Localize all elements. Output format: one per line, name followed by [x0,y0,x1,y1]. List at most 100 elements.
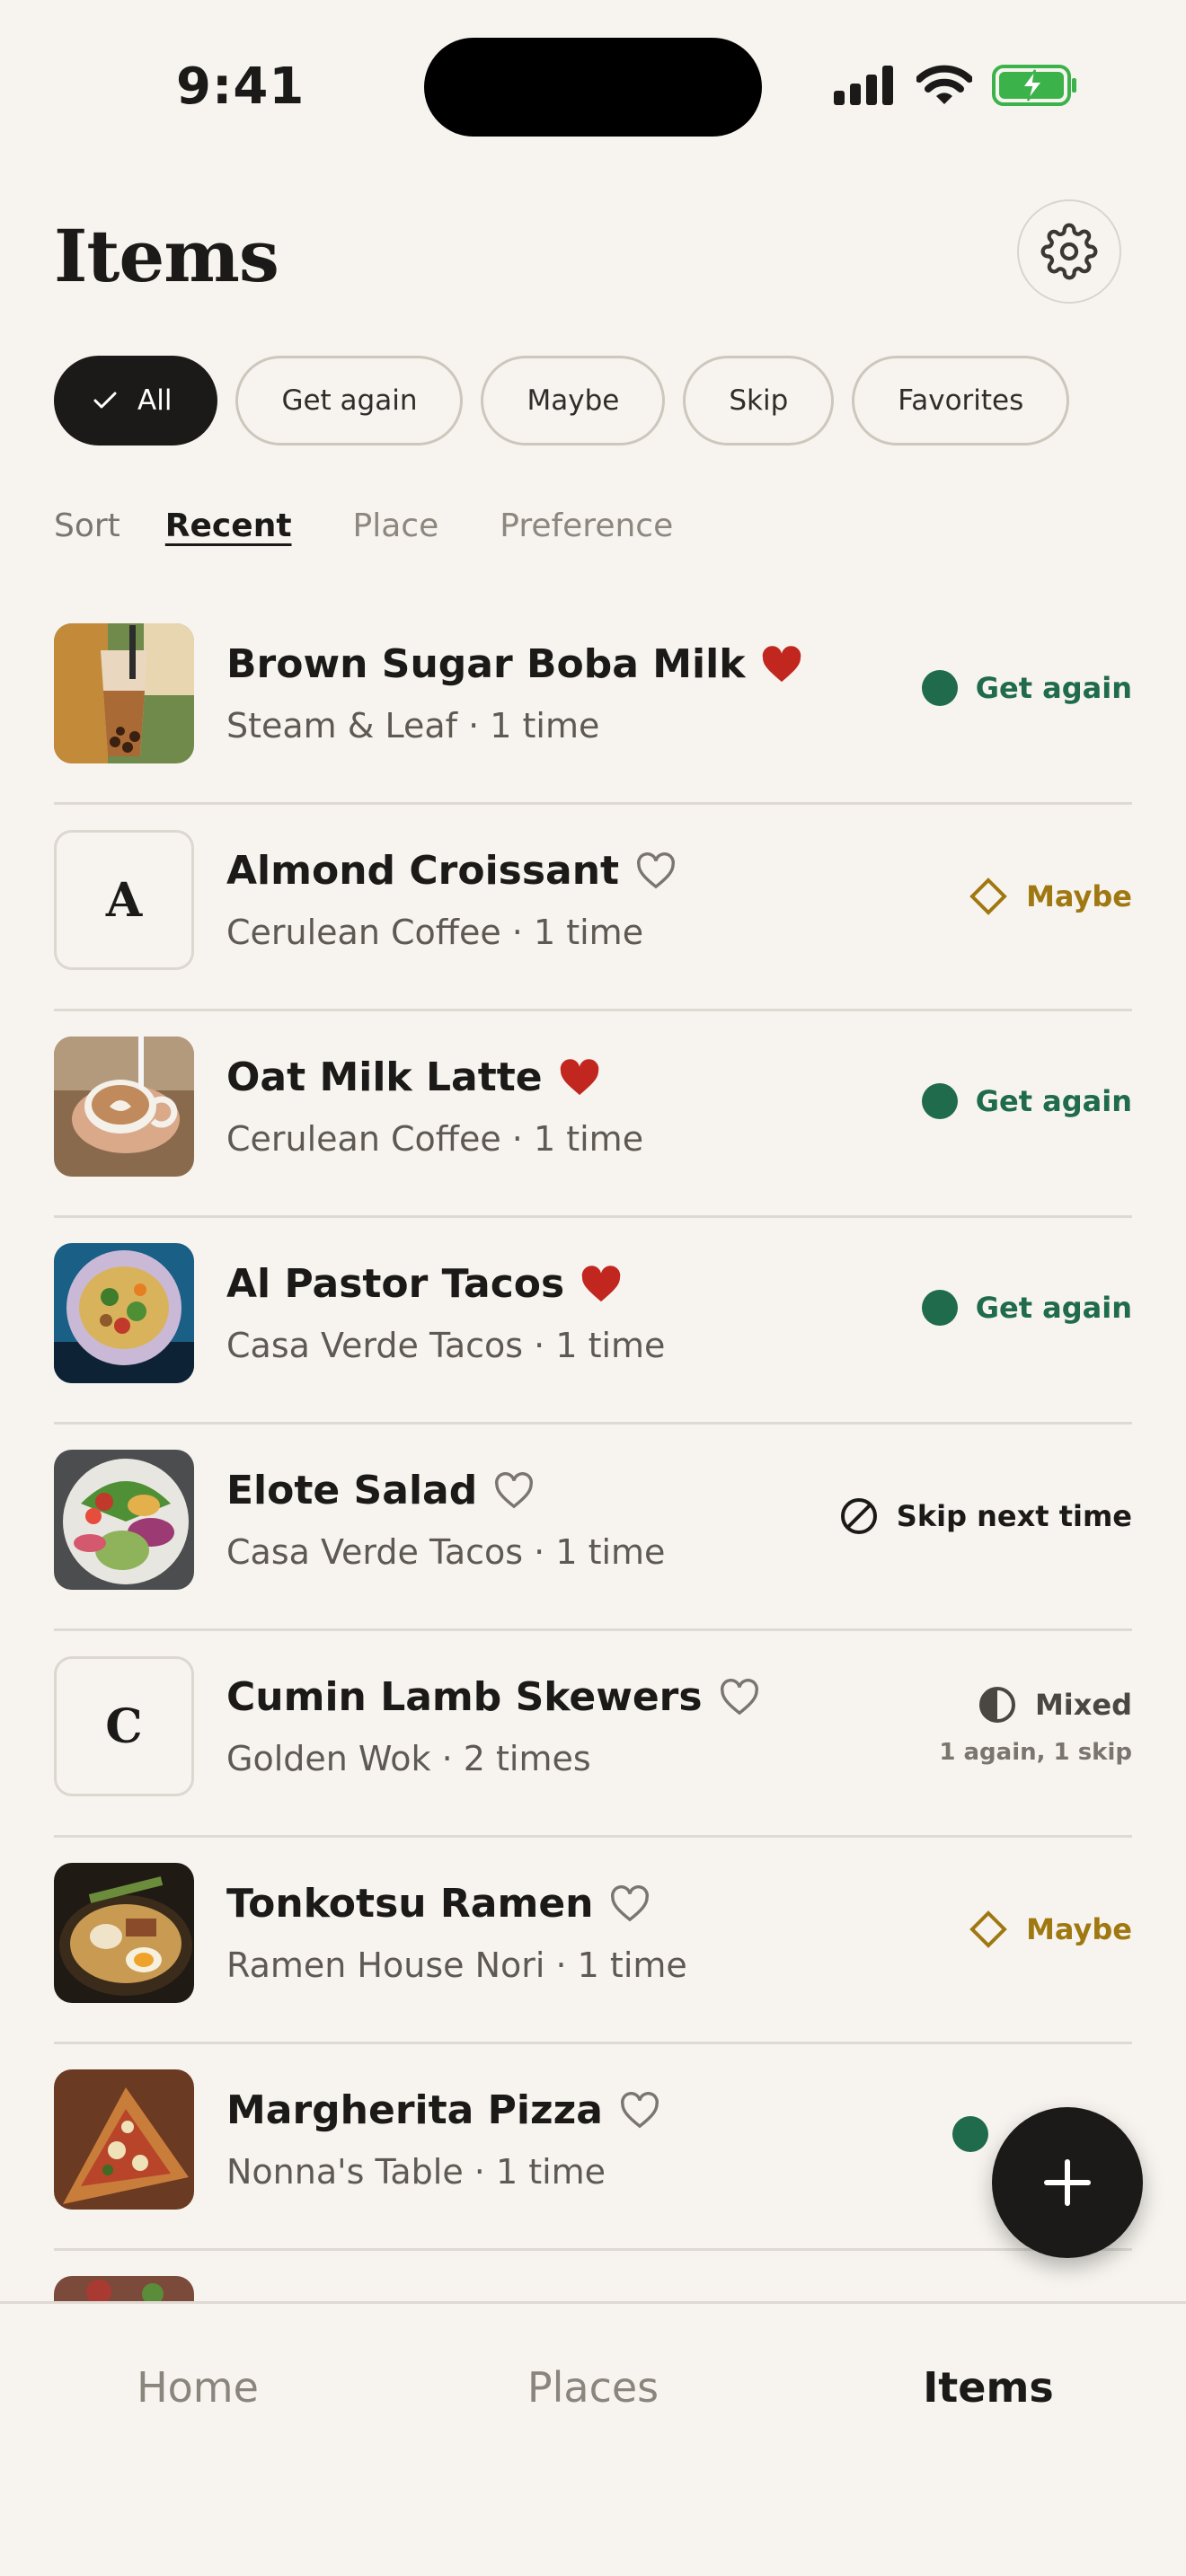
status-sublabel: 1 again, 1 skip [939,1739,1132,1766]
item-place: Casa Verde Tacos · 1 time [226,1326,666,1365]
status-badge [952,2116,988,2152]
heart-outline-icon[interactable] [619,2091,660,2130]
item-name: Al Pastor Tacos [226,1261,622,1307]
sort-option-preference[interactable]: Preference [500,507,673,544]
sort-label: Sort [54,507,120,544]
item-name: Elote Salad [226,1468,535,1513]
item-name-text: Margherita Pizza [226,2087,603,2133]
list-item[interactable]: A Almond Croissant Cerulean Coffee · 1 t… [54,805,1132,1011]
gear-icon [1040,223,1098,280]
dot-icon [921,1290,958,1326]
status-label: Get again [975,671,1132,705]
item-name-text: Elote Salad [226,1468,478,1513]
item-photo-salad [54,1450,194,1590]
heart-filled-icon[interactable] [761,645,802,684]
filter-chip-maybe[interactable]: Maybe [481,356,666,446]
checkmark-icon [93,392,117,409]
item-photo-boba [54,623,194,763]
add-item-button[interactable] [992,2107,1143,2258]
filter-chips: All Get again Maybe Skip Favorites [54,356,1070,446]
list-item[interactable]: Tonkotsu Ramen Ramen House Nori · 1 time… [54,1838,1132,2044]
signal-icon [834,66,893,105]
status-badge: Skip next time [839,1496,1132,1536]
status-label: Mixed [1034,1688,1132,1722]
filter-chip-favorites[interactable]: Favorites [852,356,1070,446]
item-place: Golden Wok · 2 times [226,1739,591,1778]
heart-outline-icon[interactable] [635,851,677,890]
heart-filled-icon[interactable] [580,1265,622,1303]
tab-places[interactable]: Places [458,2363,728,2412]
filter-chip-label: Skip [729,384,789,417]
list-item[interactable]: C Cumin Lamb Skewers Golden Wok · 2 time… [54,1631,1132,1838]
item-letter-thumb: A [54,830,194,970]
status-label: Maybe [1026,1912,1132,1946]
filter-chip-get-again[interactable]: Get again [235,356,464,446]
item-place: Nonna's Table · 1 time [226,2152,606,2192]
item-name: Cumin Lamb Skewers [226,1674,760,1720]
status-label: Skip next time [896,1499,1132,1533]
status-badge: Maybe [969,877,1132,916]
tab-home[interactable]: Home [63,2363,332,2412]
prohibited-icon [840,1498,877,1534]
dot-icon [921,1083,958,1119]
item-name-text: Brown Sugar Boba Milk [226,641,746,687]
item-place: Cerulean Coffee · 1 time [226,913,644,952]
item-place: Casa Verde Tacos · 1 time [226,1532,666,1572]
header: Items [54,198,1121,314]
heart-outline-icon[interactable] [493,1471,535,1510]
bottom-tab-bar: Home Places Items [0,2301,1186,2576]
heart-filled-icon[interactable] [559,1058,600,1097]
filter-chip-label: Get again [281,384,418,417]
status-badge: Mixed 1 again, 1 skip [939,1685,1132,1766]
item-name-text: Al Pastor Tacos [226,1261,565,1307]
wifi-icon [916,65,972,104]
item-photo-pizza [54,2069,194,2210]
status-badge: Get again [921,1083,1132,1119]
dot-icon [921,670,958,706]
item-name: Almond Croissant [226,848,677,894]
diamond-icon [969,878,1007,915]
item-place: Ramen House Nori · 1 time [226,1945,687,1985]
status-label: Maybe [1026,879,1132,913]
list-item[interactable]: Elote Salad Casa Verde Tacos · 1 time Sk… [54,1425,1132,1631]
page-title: Items [54,214,279,298]
item-place: Cerulean Coffee · 1 time [226,1119,644,1159]
filter-chip-label: Maybe [527,384,620,417]
heart-outline-icon[interactable] [719,1678,760,1716]
status-bar: 9:41 [0,0,1186,171]
list-item[interactable]: Brown Sugar Boba Milk Steam & Leaf · 1 t… [54,598,1132,805]
heart-outline-icon[interactable] [609,1884,651,1923]
dot-icon [952,2116,988,2152]
item-name-text: Tonkotsu Ramen [226,1881,594,1927]
filter-chip-all[interactable]: All [54,356,218,446]
item-name: Oat Milk Latte [226,1054,600,1100]
item-name-text: Almond Croissant [226,848,620,894]
status-badge: Get again [921,1290,1132,1326]
dynamic-island [424,38,762,137]
sort-option-place[interactable]: Place [353,507,439,544]
items-list: Brown Sugar Boba Milk Steam & Leaf · 1 t… [54,598,1132,2457]
item-name: Brown Sugar Boba Milk [226,641,802,687]
sort-option-recent[interactable]: Recent [165,507,292,544]
status-icons [834,63,1078,108]
list-item[interactable]: Oat Milk Latte Cerulean Coffee · 1 time … [54,1011,1132,1218]
filter-chip-label: All [137,384,173,417]
filter-chip-skip[interactable]: Skip [683,356,835,446]
item-name-text: Cumin Lamb Skewers [226,1674,703,1720]
item-place: Steam & Leaf · 1 time [226,706,600,745]
status-badge: Get again [921,670,1132,706]
status-badge: Maybe [969,1910,1132,1949]
sort-bar: Sort Recent Place Preference [54,503,734,548]
list-item[interactable]: Al Pastor Tacos Casa Verde Tacos · 1 tim… [54,1218,1132,1425]
list-item[interactable]: Margherita Pizza Nonna's Table · 1 time [54,2044,1132,2251]
item-photo-ramen [54,1863,194,2003]
item-name-text: Oat Milk Latte [226,1054,543,1100]
settings-button[interactable] [1017,199,1121,304]
half-circle-icon [978,1687,1015,1723]
status-label: Get again [975,1291,1132,1325]
plus-icon [1044,2159,1091,2206]
tab-items[interactable]: Items [854,2363,1123,2412]
item-name: Tonkotsu Ramen [226,1881,651,1927]
status-label: Get again [975,1084,1132,1118]
status-time: 9:41 [176,57,305,116]
